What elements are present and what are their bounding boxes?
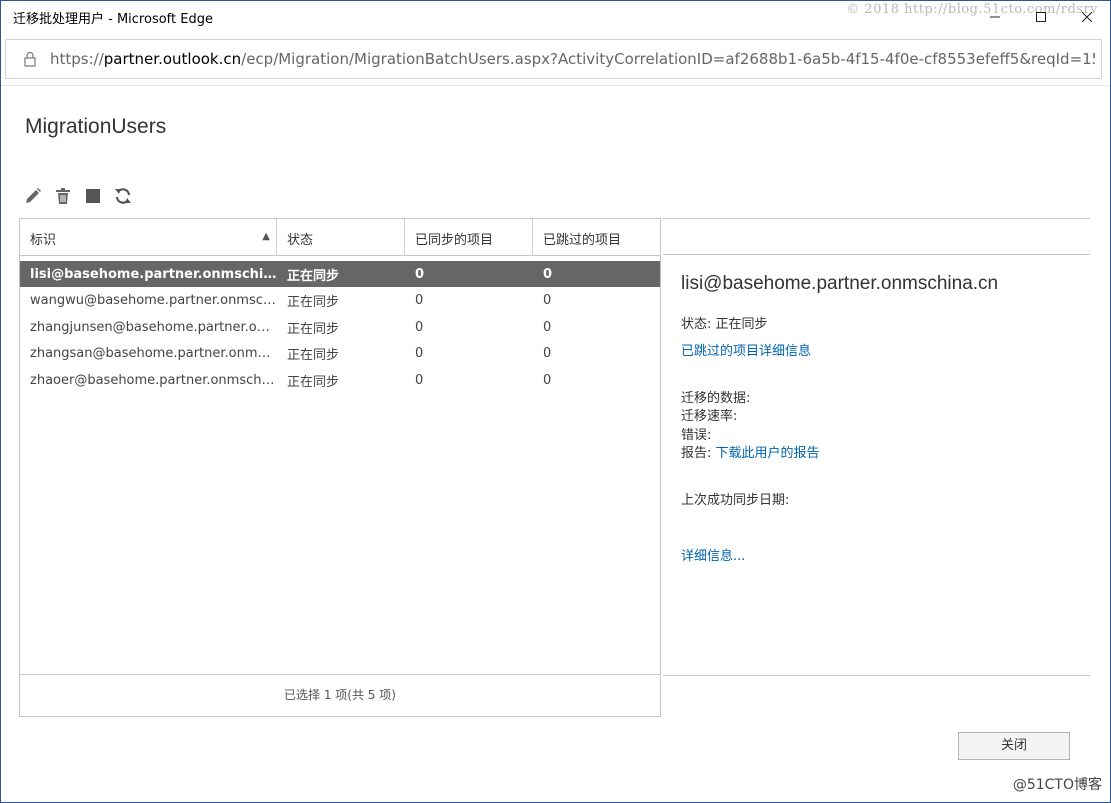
table-row[interactable]: zhaoer@basehome.partner.onmschin... 正在同步… <box>20 367 660 393</box>
column-header-skipped[interactable]: 已跳过的项目 <box>533 219 660 255</box>
browser-window: 迁移批处理用户 - Microsoft Edge © 2018 http://b… <box>0 0 1111 803</box>
cell-status: 正在同步 <box>287 374 340 390</box>
stop-button[interactable] <box>83 186 103 206</box>
cell-synced: 0 <box>415 293 424 309</box>
detail-report: 报告: 下载此用户的报告 <box>681 442 820 461</box>
delete-icon <box>56 188 70 204</box>
detail-title: lisi@basehome.partner.onmschina.cn <box>681 273 999 294</box>
window-title: 迁移批处理用户 - Microsoft Edge <box>13 12 213 27</box>
details-pane: lisi@basehome.partner.onmschina.cn 状态: 正… <box>663 218 1090 717</box>
edit-button[interactable] <box>23 186 43 206</box>
close-button[interactable]: 关闭 <box>958 732 1070 760</box>
cell-synced: 0 <box>415 346 424 362</box>
cell-status: 正在同步 <box>287 295 340 311</box>
column-header-id[interactable]: 标识 ▲ <box>20 219 277 255</box>
cell-id: zhangsan@basehome.partner.onmsc... <box>30 346 277 362</box>
divider <box>663 218 1090 219</box>
download-report-link[interactable]: 下载此用户的报告 <box>716 446 820 461</box>
maximize-button[interactable] <box>1018 1 1064 33</box>
table-row[interactable]: lisi@basehome.partner.onmschina.cn 正在同步 … <box>20 261 660 287</box>
divider <box>663 254 1090 255</box>
title-bar: 迁移批处理用户 - Microsoft Edge © 2018 http://b… <box>1 1 1110 33</box>
blog-watermark: @51CTO博客 <box>1012 777 1102 793</box>
table-row[interactable]: zhangsan@basehome.partner.onmsc... 正在同步 … <box>20 341 660 367</box>
detail-errors: 错误: <box>681 428 712 443</box>
detail-migration-rate: 迁移速率: <box>681 409 738 424</box>
lock-icon <box>24 51 36 67</box>
cell-status: 正在同步 <box>287 268 340 284</box>
list-header: 标识 ▲ 状态 已同步的项目 已跳过的项目 <box>20 219 660 256</box>
cell-status: 正在同步 <box>287 348 340 364</box>
detail-status: 状态: 正在同步 <box>681 317 768 332</box>
divider <box>1 85 1110 86</box>
more-details-link[interactable]: 详细信息... <box>681 545 745 564</box>
toolbar <box>23 186 133 206</box>
column-header-synced[interactable]: 已同步的项目 <box>405 219 533 255</box>
cell-skipped: 0 <box>543 319 552 335</box>
address-bar[interactable]: https://partner.outlook.cn/ecp/Migration… <box>5 39 1102 79</box>
window-controls <box>972 1 1110 33</box>
column-label: 标识 <box>30 233 57 248</box>
list-rows: lisi@basehome.partner.onmschina.cn 正在同步 … <box>20 261 660 394</box>
table-row[interactable]: wangwu@basehome.partner.onmsch... 正在同步 0… <box>20 288 660 314</box>
cell-skipped: 0 <box>543 293 552 309</box>
column-label: 状态 <box>287 233 314 248</box>
url-prefix: https:// <box>50 50 104 68</box>
table-row[interactable]: zhangjunsen@basehome.partner.on... 正在同步 … <box>20 314 660 340</box>
delete-button[interactable] <box>53 186 73 206</box>
cell-skipped: 0 <box>543 372 552 388</box>
report-label: 报告: <box>681 446 716 461</box>
cell-skipped: 0 <box>543 266 553 282</box>
close-icon <box>1082 12 1092 22</box>
refresh-button[interactable] <box>113 186 133 206</box>
minimize-icon <box>990 16 1000 18</box>
maximize-icon <box>1036 12 1046 22</box>
page-title: MigrationUsers <box>25 115 167 138</box>
cell-id: lisi@basehome.partner.onmschina.cn <box>30 266 277 282</box>
edit-icon <box>26 188 41 203</box>
cell-id: zhaoer@basehome.partner.onmschin... <box>30 372 277 388</box>
cell-synced: 0 <box>415 266 425 282</box>
sort-ascending-icon: ▲ <box>262 231 270 242</box>
cell-id: zhangjunsen@basehome.partner.on... <box>30 319 277 335</box>
url-text[interactable]: https://partner.outlook.cn/ecp/Migration… <box>50 50 1095 68</box>
users-list: 标识 ▲ 状态 已同步的项目 已跳过的项目 lisi@basehome.part… <box>19 218 661 717</box>
cell-synced: 0 <box>415 319 424 335</box>
detail-last-sync: 上次成功同步日期: <box>681 493 790 508</box>
column-label: 已跳过的项目 <box>543 233 622 248</box>
close-window-button[interactable] <box>1064 1 1110 33</box>
cell-id: wangwu@basehome.partner.onmsch... <box>30 293 277 309</box>
stop-icon <box>86 189 100 203</box>
cell-synced: 0 <box>415 372 424 388</box>
cell-status: 正在同步 <box>287 321 340 337</box>
divider <box>663 675 1090 676</box>
minimize-button[interactable] <box>972 1 1018 33</box>
cell-skipped: 0 <box>543 346 552 362</box>
url-path: /ecp/Migration/MigrationBatchUsers.aspx?… <box>241 50 1095 68</box>
url-host: partner.outlook.cn <box>103 50 242 68</box>
column-header-status[interactable]: 状态 <box>277 219 405 255</box>
column-label: 已同步的项目 <box>415 233 494 248</box>
skipped-items-link[interactable]: 已跳过的项目详细信息 <box>681 340 811 359</box>
refresh-icon <box>115 188 131 204</box>
selection-count: 已选择 1 项(共 5 项) <box>20 674 660 716</box>
detail-migrated-data: 迁移的数据: <box>681 391 751 406</box>
